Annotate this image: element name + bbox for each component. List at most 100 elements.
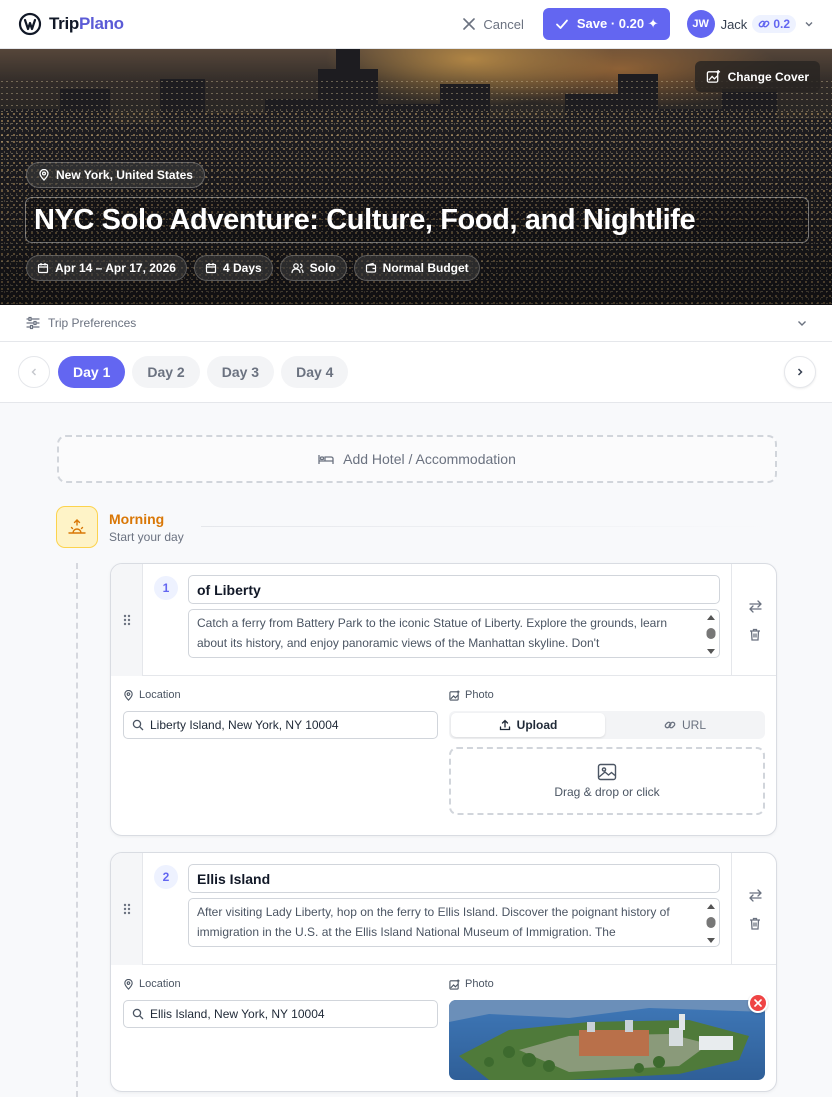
- sliders-icon: [26, 316, 40, 330]
- activity-name-input[interactable]: of Liberty: [188, 575, 720, 604]
- upload-icon: [499, 719, 511, 731]
- duration-pill[interactable]: 4 Days: [193, 255, 273, 281]
- image-icon: [597, 763, 617, 781]
- activity-photo[interactable]: [449, 1000, 765, 1080]
- activity-description: Catch a ferry from Battery Park to the i…: [197, 616, 668, 650]
- trip-title-input[interactable]: NYC Solo Adventure: Culture, Food, and N…: [25, 197, 809, 243]
- activity-header: 2 Ellis Island After visiting Lady Liber…: [111, 853, 776, 965]
- add-hotel-button[interactable]: Add Hotel / Accommodation: [57, 435, 777, 483]
- photo-dropzone[interactable]: Drag & drop or click: [449, 747, 765, 815]
- search-icon: [132, 719, 144, 731]
- avatar[interactable]: JW: [686, 10, 715, 38]
- activity-description-input[interactable]: Catch a ferry from Battery Park to the i…: [188, 609, 720, 658]
- activity-number: 1: [154, 576, 178, 600]
- map-pin-icon: [123, 978, 134, 990]
- morning-subtitle: Start your day: [109, 530, 184, 544]
- check-icon: [555, 17, 569, 31]
- drag-handle[interactable]: [111, 564, 143, 676]
- close-icon: [463, 18, 476, 30]
- activity-actions: [731, 853, 776, 965]
- save-label: Save · 0.20 ✦: [576, 16, 659, 31]
- activity-header: 1 of Liberty Catch a ferry from Battery …: [111, 564, 776, 676]
- activity-number: 2: [154, 865, 178, 889]
- activity-card: 2 Ellis Island After visiting Lady Liber…: [110, 852, 777, 1092]
- map-pin-icon: [38, 169, 50, 181]
- morning-title: Morning: [109, 511, 165, 527]
- activity-description-input[interactable]: After visiting Lady Liberty, hop on the …: [188, 898, 720, 947]
- scrollbar[interactable]: [705, 902, 717, 945]
- location-label: Location: [123, 689, 181, 701]
- url-tab[interactable]: URL: [607, 713, 763, 737]
- save-button[interactable]: Save · 0.20 ✦: [542, 8, 670, 40]
- previous-day-button[interactable]: [18, 356, 50, 388]
- activity-card: 1 of Liberty Catch a ferry from Battery …: [110, 563, 777, 836]
- image-icon: [449, 689, 460, 701]
- dropzone-label: Drag & drop or click: [554, 785, 660, 799]
- trip-meta: Apr 14 – Apr 17, 2026 4 Days Solo Normal…: [26, 255, 480, 281]
- credit-value: 0.2: [773, 17, 790, 31]
- trash-icon[interactable]: [749, 917, 761, 930]
- credit-badge: 0.2: [752, 15, 796, 33]
- user-name[interactable]: Jack: [721, 17, 748, 32]
- calendar-icon: [205, 262, 217, 274]
- chevron-down-icon[interactable]: [804, 19, 814, 29]
- change-cover-button[interactable]: Change Cover: [694, 61, 820, 92]
- travel-type-pill[interactable]: Solo: [279, 255, 347, 281]
- photo-source-toggle: Upload URL: [449, 711, 765, 739]
- section-divider: [201, 526, 771, 527]
- activity-name-input[interactable]: Ellis Island: [188, 864, 720, 893]
- bed-icon: [318, 452, 334, 466]
- activity-description: After visiting Lady Liberty, hop on the …: [197, 905, 670, 939]
- travel-type-label: Solo: [309, 261, 336, 275]
- activity-actions: [731, 564, 776, 676]
- swap-icon[interactable]: [748, 888, 762, 902]
- image-edit-icon: [706, 69, 721, 84]
- destination-pill[interactable]: New York, United States: [26, 162, 205, 188]
- trip-title: NYC Solo Adventure: Culture, Food, and N…: [34, 203, 696, 236]
- preferences-label: Trip Preferences: [48, 316, 137, 330]
- scrollbar[interactable]: [705, 613, 717, 656]
- upload-tab[interactable]: Upload: [451, 713, 605, 737]
- dates-label: Apr 14 – Apr 17, 2026: [55, 261, 176, 275]
- chevron-left-icon: [29, 367, 39, 377]
- swap-icon[interactable]: [748, 599, 762, 613]
- remove-photo-button[interactable]: [748, 993, 768, 1013]
- location-input[interactable]: Ellis Island, New York, NY 10004: [123, 1000, 438, 1028]
- drag-handle[interactable]: [111, 853, 143, 965]
- duration-label: 4 Days: [222, 261, 262, 275]
- timeline-line: [76, 563, 78, 1097]
- wallet-icon: [365, 262, 377, 274]
- cancel-button[interactable]: Cancel: [453, 11, 533, 38]
- sunrise-icon: [68, 518, 86, 536]
- destination-label: New York, United States: [56, 168, 193, 182]
- location-value: Ellis Island, New York, NY 10004: [150, 1007, 325, 1021]
- tab-day-3[interactable]: Day 3: [206, 356, 275, 388]
- location-input[interactable]: Liberty Island, New York, NY 10004: [123, 711, 438, 739]
- grip-icon: [123, 614, 131, 626]
- tab-day-4[interactable]: Day 4: [281, 356, 349, 388]
- logo-icon: [18, 12, 42, 36]
- tab-day-1[interactable]: Day 1: [58, 356, 126, 388]
- morning-section-icon: [56, 506, 98, 548]
- island-photo-image: [449, 1000, 765, 1080]
- location-label: Location: [123, 978, 181, 990]
- dates-pill[interactable]: Apr 14 – Apr 17, 2026: [26, 255, 187, 281]
- trash-icon[interactable]: [749, 628, 761, 641]
- chevron-down-icon: [796, 317, 808, 329]
- link-icon: [758, 18, 770, 30]
- tab-day-2[interactable]: Day 2: [132, 356, 200, 388]
- next-day-button[interactable]: [784, 356, 816, 388]
- photo-label: Photo: [449, 978, 494, 990]
- top-bar: TripPlano Cancel Save · 0.20 ✦ JW Jack 0…: [0, 0, 832, 49]
- app-logo[interactable]: TripPlano: [18, 12, 124, 36]
- chevron-right-icon: [795, 367, 805, 377]
- trip-preferences-toggle[interactable]: Trip Preferences: [0, 305, 832, 342]
- budget-pill[interactable]: Normal Budget: [353, 255, 480, 281]
- day-tab-bar: Day 1 Day 2 Day 3 Day 4: [0, 342, 832, 403]
- location-value: Liberty Island, New York, NY 10004: [150, 718, 339, 732]
- photo-label: Photo: [449, 689, 494, 701]
- cancel-label: Cancel: [483, 16, 524, 32]
- budget-label: Normal Budget: [382, 261, 469, 275]
- cover-image: Change Cover New York, United States NYC…: [0, 49, 832, 305]
- add-hotel-label: Add Hotel / Accommodation: [343, 451, 516, 467]
